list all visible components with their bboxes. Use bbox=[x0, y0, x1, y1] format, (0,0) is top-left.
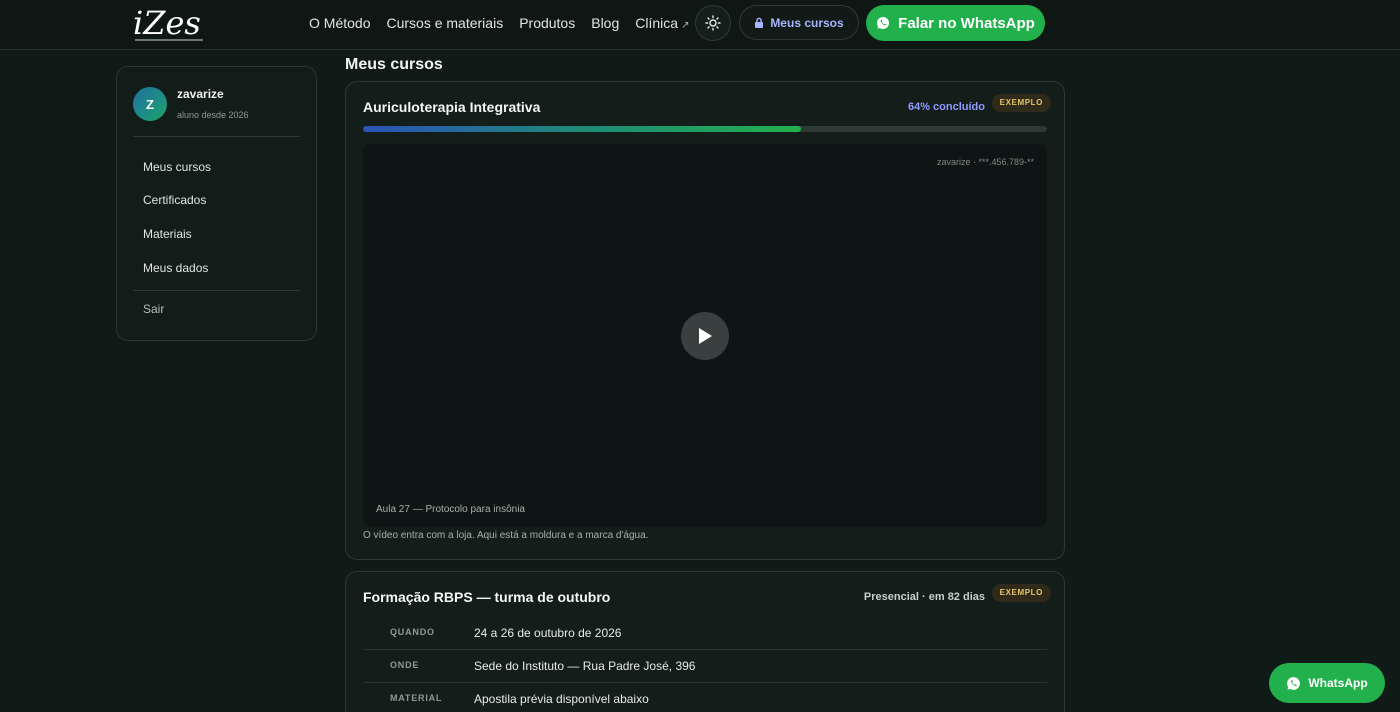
nav-o-metodo[interactable]: O Método bbox=[309, 15, 370, 31]
whatsapp-floating-label: WhatsApp bbox=[1308, 676, 1368, 690]
my-courses-label: Meus cursos bbox=[770, 15, 844, 30]
main-nav: O Método Cursos e materiais Produtos Blo… bbox=[309, 15, 689, 31]
example-badge: EXEMPLO bbox=[991, 584, 1051, 602]
site-logo[interactable]: iZes bbox=[133, 4, 207, 44]
sidebar-item-materiais[interactable]: Materiais bbox=[143, 227, 192, 241]
member-since: aluno desde 2026 bbox=[177, 110, 249, 120]
logout-button[interactable]: Sair bbox=[143, 302, 164, 316]
info-value: 24 a 26 de outubro de 2026 bbox=[474, 626, 622, 640]
course-progress-bar bbox=[363, 126, 1047, 132]
info-value: Apostila prévia disponível abaixo bbox=[474, 692, 649, 706]
nav-clinica-label: Clínica bbox=[635, 15, 679, 31]
page-title: Meus cursos bbox=[345, 56, 443, 73]
event-info-row: ONDE Sede do Instituto — Rua Padre José,… bbox=[363, 650, 1047, 683]
event-status: Presencial · em 82 dias bbox=[863, 591, 985, 603]
video-player[interactable]: zavarize · ***.456.789-** Aula 27 — Prot… bbox=[363, 144, 1047, 527]
avatar: Z bbox=[133, 87, 167, 121]
event-info-row: QUANDO 24 a 26 de outubro de 2026 bbox=[363, 617, 1047, 650]
sidebar-item-meus-dados[interactable]: Meus dados bbox=[143, 261, 208, 275]
video-note: O vídeo entra com a loja. Aqui está a mo… bbox=[363, 530, 649, 541]
nav-cursos-materiais[interactable]: Cursos e materiais bbox=[386, 15, 503, 31]
info-value: Sede do Instituto — Rua Padre José, 396 bbox=[474, 659, 696, 673]
nav-clinica[interactable]: Clínica ↗ bbox=[635, 15, 689, 31]
play-button[interactable] bbox=[681, 312, 729, 360]
event-card: Formação RBPS — turma de outubro Presenc… bbox=[345, 571, 1065, 712]
sidebar-divider bbox=[133, 136, 300, 137]
event-title: Formação RBPS — turma de outubro bbox=[363, 589, 611, 605]
nav-blog[interactable]: Blog bbox=[591, 15, 619, 31]
play-icon bbox=[699, 328, 712, 344]
lesson-title: Aula 27 — Protocolo para insônia bbox=[376, 504, 525, 515]
whatsapp-header-label: Falar no WhatsApp bbox=[898, 14, 1035, 32]
example-badge: EXEMPLO bbox=[991, 94, 1051, 112]
nav-produtos[interactable]: Produtos bbox=[519, 15, 575, 31]
theme-toggle-button[interactable] bbox=[695, 5, 731, 41]
whatsapp-icon bbox=[877, 17, 890, 29]
my-courses-button[interactable]: Meus cursos bbox=[739, 5, 859, 40]
sidebar-item-certificados[interactable]: Certificados bbox=[143, 193, 206, 207]
course-progress-fill bbox=[363, 126, 801, 132]
whatsapp-floating-button[interactable]: WhatsApp bbox=[1269, 663, 1385, 703]
info-key: MATERIAL bbox=[390, 693, 443, 703]
account-sidebar: Z zavarize aluno desde 2026 Meus cursos … bbox=[116, 66, 317, 341]
sun-icon bbox=[705, 15, 721, 31]
event-info-row: MATERIAL Apostila prévia disponível abai… bbox=[363, 683, 1047, 712]
whatsapp-header-button[interactable]: Falar no WhatsApp bbox=[866, 5, 1045, 41]
lock-icon bbox=[755, 17, 764, 28]
course-title: Auriculoterapia Integrativa bbox=[363, 99, 541, 115]
external-link-icon: ↗ bbox=[681, 20, 690, 31]
sidebar-item-meus-cursos[interactable]: Meus cursos bbox=[143, 160, 211, 174]
sidebar-divider bbox=[133, 290, 300, 291]
video-watermark: zavarize · ***.456.789-** bbox=[936, 157, 1034, 167]
username: zavarize bbox=[177, 87, 224, 101]
svg-text:iZes: iZes bbox=[133, 4, 201, 42]
info-key: QUANDO bbox=[390, 627, 435, 637]
course-card: Auriculoterapia Integrativa 64% concluíd… bbox=[345, 81, 1065, 560]
top-header: iZes O Método Cursos e materiais Produto… bbox=[0, 0, 1400, 50]
info-key: ONDE bbox=[390, 660, 420, 670]
whatsapp-icon bbox=[1287, 676, 1301, 690]
course-progress-text: 64% concluído bbox=[907, 101, 985, 113]
